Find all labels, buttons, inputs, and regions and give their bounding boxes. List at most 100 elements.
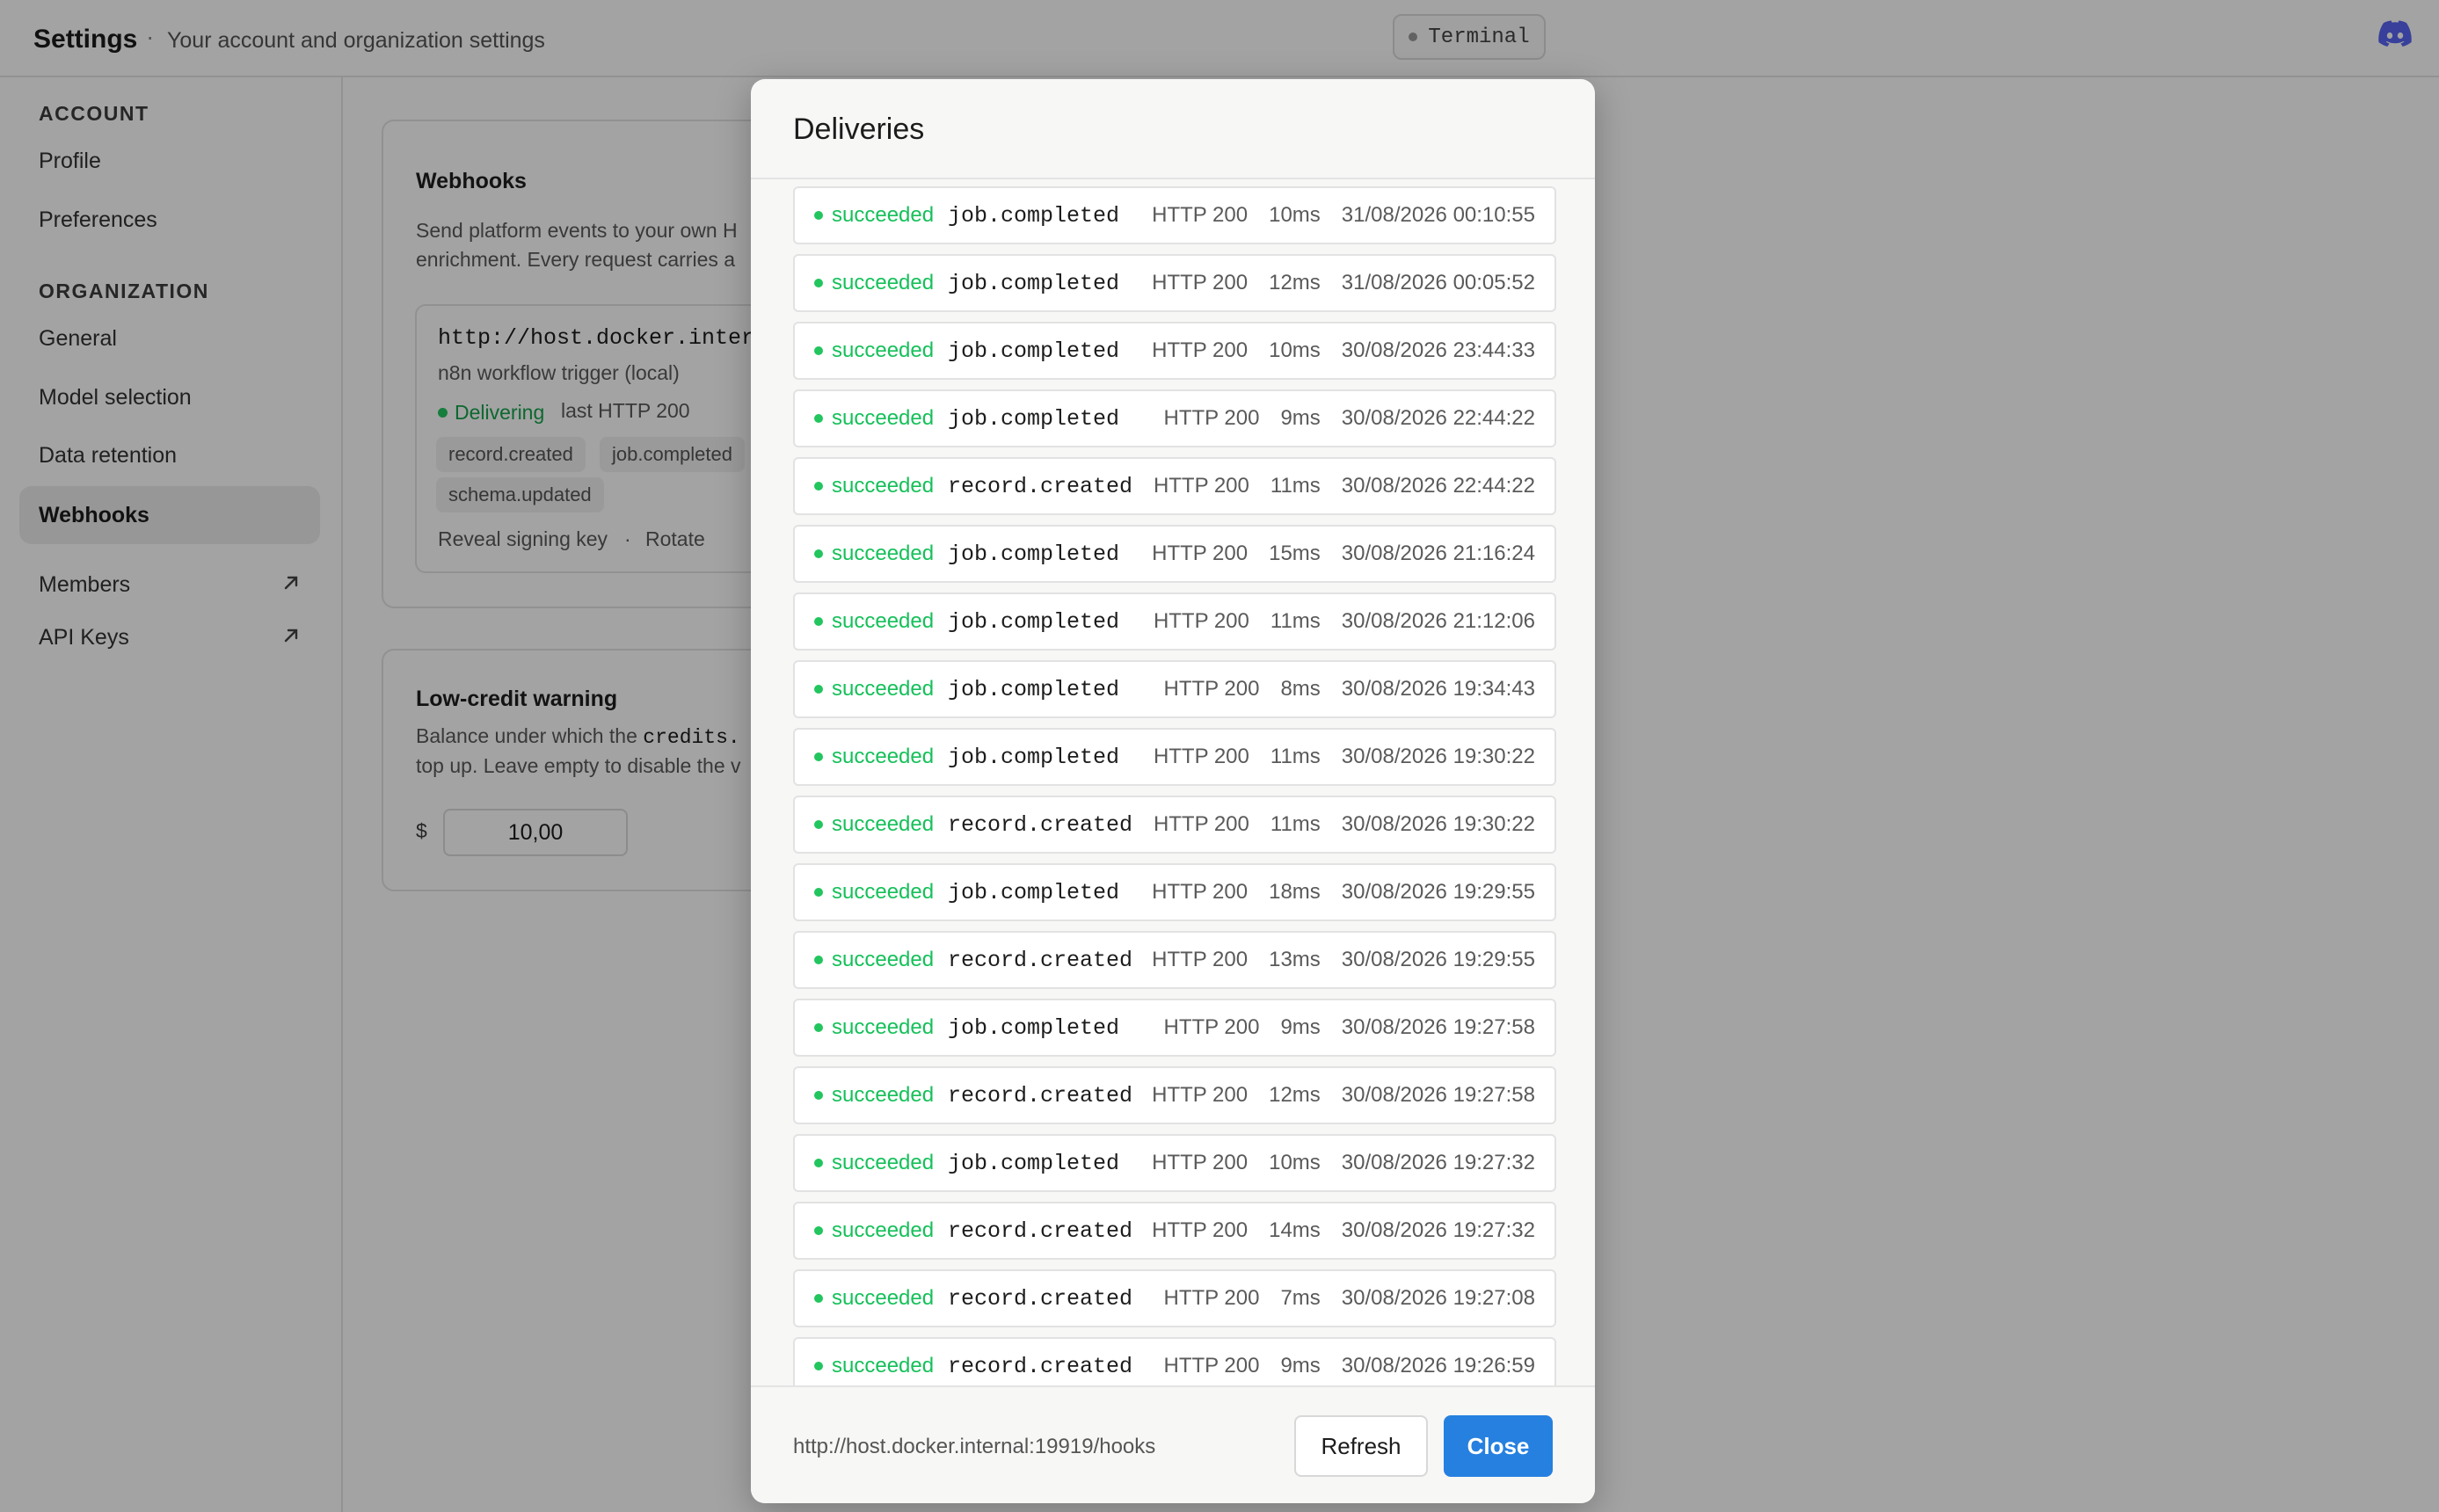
- delivery-status: succeeded: [814, 1203, 934, 1258]
- delivery-duration: 11ms: [1270, 609, 1321, 633]
- modal-title: Deliveries: [793, 113, 925, 146]
- delivery-duration: 10ms: [1269, 203, 1321, 227]
- delivery-meta: HTTP 200 14ms 30/08/2026 19:27:32: [1152, 1203, 1535, 1258]
- delivery-timestamp: 30/08/2026 19:27:58: [1341, 1083, 1535, 1107]
- delivery-meta: HTTP 200 9ms 30/08/2026 19:27:58: [1164, 1000, 1536, 1055]
- modal-footer: http://host.docker.internal:19919/hooks …: [751, 1385, 1595, 1503]
- delivery-status-text: succeeded: [832, 338, 935, 362]
- status-dot: [814, 685, 823, 694]
- delivery-event: record.created: [948, 1285, 1133, 1312]
- delivery-meta: HTTP 200 9ms 30/08/2026 22:44:22: [1164, 391, 1536, 446]
- delivery-http-status: HTTP 200: [1153, 745, 1249, 768]
- delivery-status-text: succeeded: [832, 1015, 935, 1039]
- delivery-row[interactable]: succeeded job.completed HTTP 200 11ms 30/08/…: [793, 728, 1556, 786]
- delivery-status: succeeded: [814, 865, 934, 920]
- status-dot: [814, 1091, 823, 1100]
- delivery-timestamp: 30/08/2026 19:26:59: [1341, 1354, 1535, 1378]
- delivery-duration: 11ms: [1270, 474, 1321, 498]
- delivery-row[interactable]: succeeded job.completed HTTP 200 9ms 30/08/2…: [793, 999, 1556, 1057]
- delivery-status-text: succeeded: [832, 203, 935, 227]
- delivery-meta: HTTP 200 7ms 30/08/2026 19:27:08: [1164, 1271, 1536, 1326]
- delivery-row[interactable]: succeeded record.created HTTP 200 11ms 30/08…: [793, 457, 1556, 515]
- delivery-status-text: succeeded: [832, 812, 935, 836]
- delivery-timestamp: 30/08/2026 19:27:32: [1341, 1218, 1535, 1242]
- delivery-status-text: succeeded: [832, 609, 935, 633]
- delivery-meta: HTTP 200 18ms 30/08/2026 19:29:55: [1152, 865, 1535, 920]
- delivery-event: job.completed: [948, 608, 1120, 635]
- delivery-http-status: HTTP 200: [1152, 542, 1249, 565]
- delivery-duration: 18ms: [1269, 880, 1321, 904]
- delivery-meta: HTTP 200 11ms 30/08/2026 21:12:06: [1154, 594, 1535, 649]
- delivery-event: record.created: [948, 1218, 1133, 1244]
- delivery-http-status: HTTP 200: [1152, 1151, 1249, 1174]
- delivery-row[interactable]: succeeded record.created HTTP 200 11ms 30/08…: [793, 796, 1556, 854]
- delivery-timestamp: 30/08/2026 19:27:08: [1341, 1286, 1535, 1310]
- delivery-timestamp: 30/08/2026 22:44:22: [1341, 406, 1535, 430]
- delivery-duration: 8ms: [1280, 677, 1321, 701]
- delivery-meta: HTTP 200 10ms 31/08/2026 00:10:55: [1152, 188, 1535, 243]
- delivery-status-text: succeeded: [832, 406, 935, 430]
- delivery-timestamp: 30/08/2026 21:16:24: [1341, 542, 1535, 565]
- delivery-timestamp: 31/08/2026 00:10:55: [1341, 203, 1535, 227]
- status-dot: [814, 482, 823, 491]
- delivery-timestamp: 30/08/2026 19:29:55: [1341, 880, 1535, 904]
- delivery-row[interactable]: succeeded job.completed HTTP 200 18ms 30/08/…: [793, 863, 1556, 921]
- delivery-timestamp: 30/08/2026 21:12:06: [1341, 609, 1535, 633]
- delivery-status: succeeded: [814, 1136, 934, 1190]
- delivery-http-status: HTTP 200: [1153, 812, 1249, 836]
- delivery-event: job.completed: [948, 744, 1120, 770]
- delivery-timestamp: 30/08/2026 19:29:55: [1341, 948, 1535, 971]
- delivery-event: job.completed: [948, 270, 1120, 296]
- delivery-row[interactable]: succeeded job.completed HTTP 200 8ms 30/08/2…: [793, 660, 1556, 718]
- delivery-duration: 11ms: [1270, 812, 1321, 836]
- delivery-row[interactable]: succeeded record.created HTTP 200 13ms 30/08…: [793, 931, 1556, 989]
- delivery-status-text: succeeded: [832, 677, 935, 701]
- delivery-status: succeeded: [814, 188, 934, 243]
- close-button[interactable]: Close: [1444, 1415, 1553, 1477]
- deliveries-list[interactable]: succeeded job.completed HTTP 200 10ms 31/08/…: [751, 179, 1595, 1465]
- delivery-http-status: HTTP 200: [1153, 474, 1249, 498]
- delivery-timestamp: 30/08/2026 19:34:43: [1341, 677, 1535, 701]
- delivery-row[interactable]: succeeded job.completed HTTP 200 12ms 31/08/…: [793, 254, 1556, 312]
- delivery-http-status: HTTP 200: [1152, 271, 1249, 294]
- delivery-status: succeeded: [814, 391, 934, 446]
- status-dot: [814, 1159, 823, 1167]
- delivery-duration: 9ms: [1280, 1015, 1321, 1039]
- delivery-status-text: succeeded: [832, 880, 935, 904]
- delivery-row[interactable]: succeeded job.completed HTTP 200 10ms 31/08/…: [793, 186, 1556, 244]
- delivery-row[interactable]: succeeded record.created HTTP 200 14ms 30/08…: [793, 1202, 1556, 1260]
- delivery-timestamp: 30/08/2026 19:30:22: [1341, 745, 1535, 768]
- delivery-status: succeeded: [814, 594, 934, 649]
- delivery-status: succeeded: [814, 662, 934, 716]
- delivery-event: job.completed: [948, 1150, 1120, 1176]
- status-dot: [814, 956, 823, 964]
- delivery-row[interactable]: succeeded job.completed HTTP 200 15ms 30/08/…: [793, 525, 1556, 583]
- delivery-meta: HTTP 200 10ms 30/08/2026 23:44:33: [1152, 323, 1535, 378]
- delivery-status-text: succeeded: [832, 745, 935, 768]
- delivery-duration: 11ms: [1270, 745, 1321, 768]
- delivery-row[interactable]: succeeded job.completed HTTP 200 10ms 30/08/…: [793, 322, 1556, 380]
- delivery-status-text: succeeded: [832, 1151, 935, 1174]
- delivery-http-status: HTTP 200: [1163, 1354, 1260, 1378]
- delivery-http-status: HTTP 200: [1163, 677, 1260, 701]
- delivery-http-status: HTTP 200: [1163, 406, 1260, 430]
- delivery-status: succeeded: [814, 323, 934, 378]
- status-dot: [814, 211, 823, 220]
- refresh-button[interactable]: Refresh: [1294, 1415, 1428, 1477]
- delivery-status-text: succeeded: [832, 1218, 935, 1242]
- delivery-row[interactable]: succeeded job.completed HTTP 200 10ms 30/08/…: [793, 1134, 1556, 1192]
- delivery-row[interactable]: succeeded record.created HTTP 200 7ms 30/08/…: [793, 1269, 1556, 1327]
- delivery-row[interactable]: succeeded job.completed HTTP 200 9ms 30/08/2…: [793, 389, 1556, 447]
- delivery-row[interactable]: succeeded record.created HTTP 200 12ms 30/08…: [793, 1066, 1556, 1124]
- delivery-status: succeeded: [814, 256, 934, 310]
- status-dot: [814, 1362, 823, 1370]
- delivery-http-status: HTTP 200: [1163, 1015, 1260, 1039]
- delivery-duration: 9ms: [1280, 1354, 1321, 1378]
- delivery-status-text: succeeded: [832, 1083, 935, 1107]
- delivery-status: succeeded: [814, 730, 934, 784]
- delivery-status: succeeded: [814, 797, 934, 852]
- delivery-status: succeeded: [814, 1000, 934, 1055]
- delivery-http-status: HTTP 200: [1152, 880, 1249, 904]
- delivery-row[interactable]: succeeded job.completed HTTP 200 11ms 30/08/…: [793, 592, 1556, 651]
- status-dot: [814, 888, 823, 897]
